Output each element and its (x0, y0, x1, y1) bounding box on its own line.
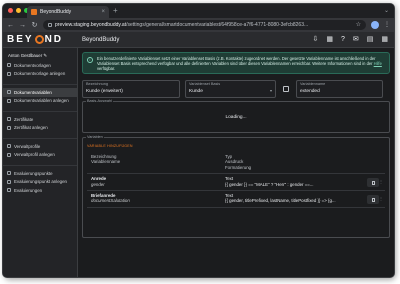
star-icon[interactable]: ☆ (356, 22, 361, 28)
browser-window: BeyondBuddy × + ⌄ ← → ↻ preview.staging.… (2, 3, 395, 278)
delete-button[interactable] (367, 178, 379, 188)
drag-handle-icon[interactable]: ⋮ (379, 196, 383, 201)
notes-icon[interactable]: ▤ (367, 36, 374, 43)
app-title: BeyondBuddy (82, 36, 120, 43)
sidebar: Anton Gestlbauer ✎ Dokumentvorlagen Doku… (3, 48, 78, 277)
close-tab-icon[interactable]: × (101, 9, 105, 15)
browser-tab[interactable]: BeyondBuddy × (27, 6, 109, 18)
base-select[interactable]: Variablenset Basis Kunde ▾ (185, 80, 276, 98)
sidebar-item-dokumentvorlagen[interactable]: Dokumentvorlagen (3, 61, 77, 70)
sidebar-item-zertifikat-anlegen[interactable]: Zertifikat anlegen (3, 124, 77, 133)
add-profile-icon (7, 152, 11, 157)
header-actions: ⇩ ▦ ? ✉ ▤ ▦ (312, 36, 394, 43)
add-document-icon (7, 71, 11, 76)
info-icon: i (87, 57, 93, 63)
brand-logo[interactable]: BEY ND (3, 34, 78, 45)
variables-icon (7, 90, 11, 95)
info-notice: i Ein benutzerdefinierte Variablenset se… (82, 52, 390, 74)
tab-title: BeyondBuddy (40, 9, 72, 15)
basis-selection: Basis-Auswahl Loading... (82, 99, 390, 133)
profile-avatar[interactable] (371, 21, 379, 29)
sidebar-item-zertifikate[interactable]: Zertifikate (3, 115, 77, 124)
variable-name-field[interactable]: Variablenname extended (296, 80, 383, 98)
variables-table-header: Bezeichnung Variablenname Typ Ausdruck Form… (87, 152, 385, 175)
document-icon (7, 63, 11, 68)
url-text[interactable]: preview.staging.beyondbuddy.at/settings/… (55, 22, 353, 28)
sidebar-item-evaluierungspunkt-anlegen[interactable]: Evaluierungspunkt anlegen (3, 178, 77, 187)
form-fields: Bezeichnung Kunde (erweitert) Variablens… (82, 80, 390, 98)
sidebar-item-verwaltprofile[interactable]: Verwaltprofile (3, 142, 77, 151)
browser-toolbar: ← → ↻ preview.staging.beyondbuddy.at/set… (3, 18, 394, 32)
minimize-window-button[interactable] (16, 8, 21, 13)
variables-section: Variablen VARIABLE HINZUFÜGEN Bezeichnun… (82, 135, 390, 238)
calendar-icon[interactable] (281, 80, 291, 98)
drag-handle-icon[interactable]: ⋮ (379, 179, 383, 184)
lock-icon[interactable] (48, 23, 52, 27)
add-variable-button[interactable]: VARIABLE HINZUFÜGEN (87, 144, 385, 148)
chevron-down-icon[interactable]: ▾ (270, 88, 272, 93)
close-window-button[interactable] (8, 8, 13, 13)
sidebar-item-dokumentvariablen[interactable]: Dokumentvariablen (3, 88, 77, 97)
address-bar[interactable]: preview.staging.beyondbuddy.at/settings/… (43, 20, 366, 30)
profile-icon (7, 144, 11, 149)
sidebar-item-verwaltprofil-anlegen[interactable]: Verwaltprofil anlegen (3, 151, 77, 160)
sidebar-item-evaluierungen[interactable]: Evaluierungen (3, 186, 77, 195)
table-row[interactable]: Briefanrede documentSalutation Text{{ gen… (87, 191, 385, 208)
main-content: i Ein benutzerdefinierte Variablenset se… (78, 48, 394, 277)
variable-name-value[interactable]: extended (300, 89, 320, 94)
loading-text: Loading... (225, 115, 247, 120)
new-tab-button[interactable]: + (113, 6, 118, 16)
tab-bar: BeyondBuddy × + ⌄ (3, 4, 394, 18)
base-value[interactable]: Kunde (189, 89, 203, 94)
app-header: BEY ND BeyondBuddy ⇩ ▦ ? ✉ ▤ ▦ (3, 32, 394, 48)
add-checklist-icon (7, 179, 11, 184)
window-controls (8, 8, 29, 13)
evaluation-icon (7, 188, 11, 193)
trash-icon (371, 197, 375, 202)
trash-icon (371, 180, 375, 185)
sidebar-user-name[interactable]: Anton Gestlbauer ✎ (3, 51, 77, 61)
delete-button[interactable] (367, 195, 379, 205)
back-icon[interactable]: ← (7, 22, 14, 29)
help-link[interactable]: Hilfe (374, 61, 382, 66)
browser-menu-icon[interactable]: ⋮ (384, 22, 390, 28)
reload-icon[interactable]: ↻ (31, 22, 38, 29)
sidebar-item-dokumentvariablen-anlegen[interactable]: Dokumentvariablen anlegen (3, 97, 77, 106)
apps-icon[interactable]: ▦ (381, 36, 388, 43)
favicon-icon (31, 9, 37, 15)
logo-o-icon (34, 35, 44, 44)
sidebar-item-dokumentvorlage-anlegen[interactable]: Dokumentvorlage anlegen (3, 70, 77, 79)
checklist-icon (7, 171, 11, 176)
grid-icon[interactable]: ▦ (326, 36, 333, 43)
name-field[interactable]: Bezeichnung Kunde (erweitert) (82, 80, 180, 98)
help-icon[interactable]: ? (341, 36, 345, 43)
mail-icon[interactable]: ✉ (353, 36, 359, 43)
sidebar-item-evaluierungspunkte[interactable]: Evaluierungspunkte (3, 169, 77, 178)
tab-search-icon[interactable]: ⌄ (384, 7, 389, 14)
name-value[interactable]: Kunde (erweitert) (86, 89, 123, 94)
table-row[interactable]: Anrede gender Text{{ gender }} == "MALE" … (87, 174, 385, 192)
forward-icon[interactable]: → (19, 22, 26, 29)
add-certificate-icon (7, 125, 11, 130)
add-variables-icon (7, 98, 11, 103)
certificate-icon (7, 117, 11, 122)
download-icon[interactable]: ⇩ (312, 36, 318, 43)
